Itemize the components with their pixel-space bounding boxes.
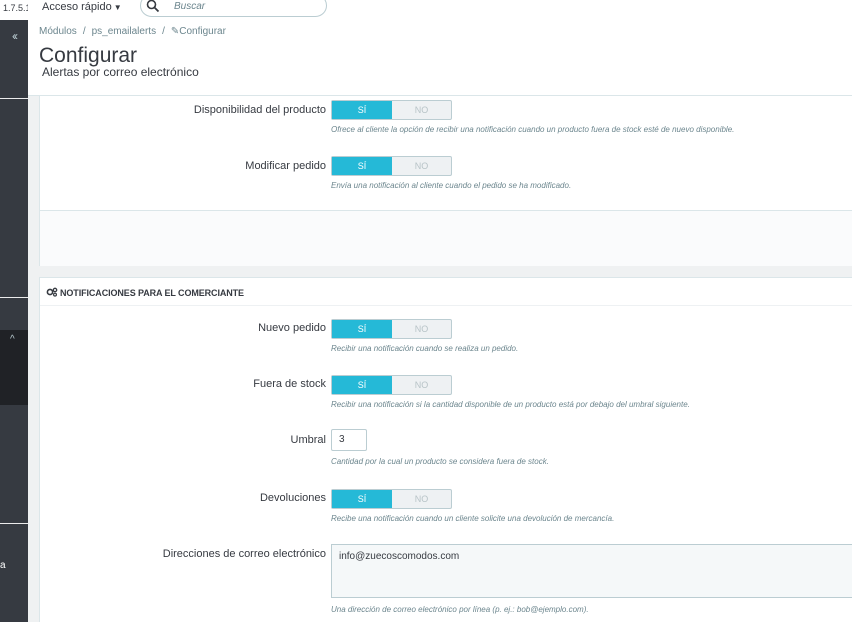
switch-yes[interactable]: SÍ bbox=[332, 376, 392, 394]
page-subtitle: Alertas por correo electrónico bbox=[42, 65, 199, 79]
version-label: 1.7.5.1 bbox=[0, 0, 28, 20]
search-icon[interactable] bbox=[146, 0, 160, 13]
breadcrumb-item[interactable]: ps_emailalerts bbox=[92, 26, 156, 37]
field-label: Fuera de stock bbox=[253, 378, 326, 390]
threshold-input[interactable]: 3 bbox=[331, 429, 367, 451]
switch-yes[interactable]: SÍ bbox=[332, 101, 392, 119]
field-label: Umbral bbox=[290, 434, 326, 446]
panel-heading: NOTIFICACIONES PARA EL COMERCIANTE bbox=[40, 278, 852, 306]
customer-notifications-panel: Disponibilidad del producto SÍ NO Ofrece… bbox=[39, 96, 852, 266]
page-header: Módulos / ps_emailalerts / ✎Configurar Confi… bbox=[28, 20, 852, 96]
sidebar-divider bbox=[0, 297, 28, 298]
returns-switch[interactable]: SÍ NO bbox=[331, 489, 452, 509]
search-box[interactable] bbox=[140, 0, 327, 17]
field-label: Nuevo pedido bbox=[258, 322, 326, 334]
panel-title: NOTIFICACIONES PARA EL COMERCIANTE bbox=[60, 288, 244, 298]
switch-no[interactable]: NO bbox=[392, 101, 451, 119]
help-text: Envía una notificación al cliente cuando… bbox=[331, 181, 572, 190]
new-order-switch[interactable]: SÍ NO bbox=[331, 319, 452, 339]
help-text: Recibe una notificación cuando un client… bbox=[331, 514, 615, 523]
switch-yes[interactable]: SÍ bbox=[332, 490, 392, 508]
switch-no[interactable]: NO bbox=[392, 157, 451, 175]
switch-yes[interactable]: SÍ bbox=[332, 320, 392, 338]
help-text: Una dirección de correo electrónico por … bbox=[331, 605, 589, 614]
help-text: Recibir una notificación si la cantidad … bbox=[331, 400, 690, 409]
switch-yes[interactable]: SÍ bbox=[332, 157, 392, 175]
field-label: Direcciones de correo electrónico bbox=[162, 548, 326, 560]
help-text: Recibir una notificación cuando se reali… bbox=[331, 344, 519, 353]
out-of-stock-switch[interactable]: SÍ NO bbox=[331, 375, 452, 395]
field-label: Devoluciones bbox=[259, 492, 326, 504]
quick-access-menu[interactable]: Acceso rápido ▼ bbox=[42, 0, 122, 15]
top-bar: Acceso rápido ▼ bbox=[28, 0, 852, 20]
help-text: Cantidad por la cual un producto se cons… bbox=[331, 457, 549, 466]
merchant-notifications-panel: NOTIFICACIONES PARA EL COMERCIANTE Nuevo… bbox=[39, 277, 852, 622]
quick-access-label: Acceso rápido bbox=[42, 1, 112, 13]
field-label: Disponibilidad del producto bbox=[193, 104, 326, 116]
collapse-sidebar-icon[interactable]: ‹‹ bbox=[0, 26, 28, 46]
field-label: Modificar pedido bbox=[245, 160, 326, 172]
breadcrumb-item: Configurar bbox=[179, 26, 226, 37]
switch-no[interactable]: NO bbox=[392, 490, 451, 508]
cogs-icon bbox=[46, 287, 58, 297]
help-text: Ofrece al cliente la opción de recibir u… bbox=[331, 125, 735, 134]
sidebar-divider bbox=[0, 523, 28, 524]
sidebar-divider bbox=[0, 98, 28, 99]
sidebar-item-label[interactable]: a bbox=[0, 560, 6, 571]
product-availability-switch[interactable]: SÍ NO bbox=[331, 100, 452, 120]
sidebar-active-menu[interactable]: ^ bbox=[0, 330, 28, 405]
breadcrumb-item[interactable]: Módulos bbox=[39, 26, 77, 37]
chevron-up-icon: ^ bbox=[10, 334, 15, 345]
search-input[interactable] bbox=[174, 1, 314, 12]
emails-textarea[interactable]: info@zuecoscomodos.com bbox=[331, 544, 852, 598]
order-edit-switch[interactable]: SÍ NO bbox=[331, 156, 452, 176]
switch-no[interactable]: NO bbox=[392, 376, 451, 394]
panel-footer bbox=[40, 210, 852, 266]
wrench-icon: ✎ bbox=[170, 26, 180, 37]
breadcrumb: Módulos / ps_emailalerts / ✎Configurar bbox=[39, 26, 226, 37]
switch-no[interactable]: NO bbox=[392, 320, 451, 338]
caret-down-icon: ▼ bbox=[113, 3, 122, 12]
sidebar: 1.7.5.1 ‹‹ ^ a bbox=[0, 0, 28, 622]
